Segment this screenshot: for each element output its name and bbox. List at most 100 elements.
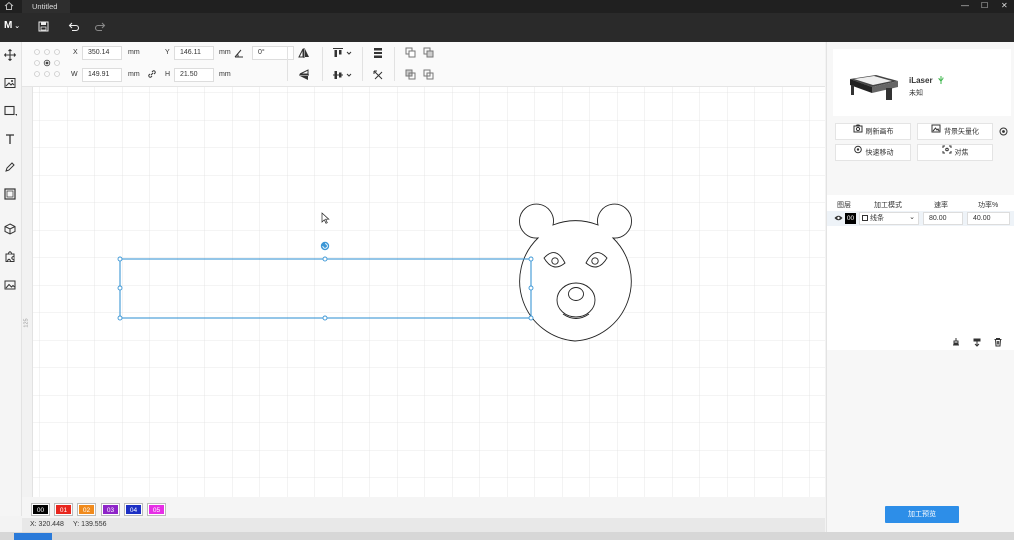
h-unit: mm <box>219 71 231 78</box>
move-target-icon <box>853 145 863 160</box>
focus-icon <box>942 145 952 160</box>
undo-icon[interactable] <box>68 21 80 34</box>
delete-icon[interactable] <box>993 337 1003 349</box>
distribute-icon[interactable] <box>372 47 384 61</box>
main-toolbar: M ⌄ <box>0 13 1014 42</box>
link-icon[interactable] <box>147 69 157 81</box>
picture-icon[interactable] <box>4 279 16 293</box>
eye-icon[interactable] <box>834 214 843 224</box>
settings-icon[interactable] <box>999 127 1008 138</box>
right-panel: iLaser 未知 刷新画布 背景矢量化 快速移动 对焦 图层 加工模式 速率 … <box>826 42 1014 532</box>
x-input[interactable]: 350.14 <box>82 46 122 60</box>
image-icon[interactable] <box>4 77 16 91</box>
layer-table: 图层 加工模式 速率 功率% 00 线条 ⌄ 80.00 40.00 <box>827 195 1014 350</box>
title-bar: Untitled — ☐ ✕ <box>0 0 1014 13</box>
speed-input[interactable]: 80.00 <box>923 212 963 225</box>
camera-refresh-icon <box>853 124 863 139</box>
y-label: Y <box>165 49 170 56</box>
device-status: 未知 <box>909 90 923 97</box>
anchor-grid-icon[interactable] <box>32 47 62 81</box>
angle-icon <box>234 48 244 60</box>
bottom-strip <box>0 532 1014 540</box>
header-speed: 速率 <box>934 202 948 209</box>
cube-icon[interactable] <box>4 223 16 237</box>
status-bar: X: 320.448 Y: 139.556 <box>22 518 825 532</box>
line-mode-icon <box>862 215 868 221</box>
mode-select[interactable]: 线条 ⌄ <box>859 212 919 225</box>
align-middle-icon[interactable] <box>332 69 354 83</box>
y-input[interactable]: 146.11 <box>174 46 214 60</box>
duplicate-icon[interactable] <box>423 47 434 60</box>
layer-chip-01[interactable]: 01 <box>54 503 73 516</box>
h-label: H <box>165 71 171 78</box>
flip-horizontal-icon[interactable] <box>298 47 310 61</box>
cursor-y-readout: Y: 139.556 <box>73 521 107 528</box>
vectorize-background-button[interactable]: 背景矢量化 <box>917 123 993 140</box>
w-unit: mm <box>128 71 140 78</box>
layer-up-icon[interactable] <box>951 337 961 349</box>
header-layer: 图层 <box>837 202 851 209</box>
redo-icon[interactable] <box>94 21 106 34</box>
progress-indicator <box>14 533 52 540</box>
layer-id-badge: 00 <box>845 213 856 224</box>
text-icon[interactable] <box>4 133 16 147</box>
copy-icon[interactable] <box>405 47 416 60</box>
layer-chip-04[interactable]: 04 <box>124 503 143 516</box>
vector-image-icon <box>931 124 941 139</box>
focus-button[interactable]: 对焦 <box>917 144 993 161</box>
x-unit: mm <box>128 49 140 56</box>
layer-down-icon[interactable] <box>972 337 982 349</box>
move-icon[interactable] <box>4 49 16 63</box>
cursor-x-readout: X: 320.448 <box>30 521 64 528</box>
home-icon[interactable] <box>4 1 14 13</box>
w-input[interactable]: 149.91 <box>82 68 122 82</box>
device-card[interactable]: iLaser 未知 <box>833 49 1011 116</box>
power-input[interactable]: 40.00 <box>967 212 1010 225</box>
minimize-button[interactable]: — <box>961 1 969 10</box>
divider <box>394 47 395 81</box>
transform-icon[interactable] <box>372 69 384 83</box>
header-power: 功率% <box>978 202 999 209</box>
divider <box>322 47 323 81</box>
vertical-ruler: 125 <box>22 87 33 497</box>
process-preview-button[interactable]: 加工预览 <box>885 506 959 523</box>
layer-chip-00[interactable]: 00 <box>31 503 50 516</box>
group-icon[interactable] <box>405 69 416 82</box>
rectangle-icon[interactable] <box>4 105 18 119</box>
save-icon[interactable] <box>38 21 49 34</box>
close-button[interactable]: ✕ <box>1001 1 1008 10</box>
y-unit: mm <box>219 49 231 56</box>
design-canvas[interactable] <box>33 87 825 497</box>
layer-chip-03[interactable]: 03 <box>101 503 120 516</box>
refresh-canvas-button[interactable]: 刷新画布 <box>835 123 911 140</box>
flip-vertical-icon[interactable] <box>298 69 310 83</box>
usb-icon <box>937 75 945 87</box>
x-label: X <box>73 49 78 56</box>
document-title: Untitled <box>32 2 58 11</box>
quick-move-button[interactable]: 快速移动 <box>835 144 911 161</box>
divider <box>362 47 363 81</box>
rotate-handle-icon[interactable] <box>320 241 330 251</box>
pen-icon[interactable] <box>4 161 16 175</box>
laser-machine-icon <box>846 65 902 105</box>
align-top-icon[interactable] <box>332 47 354 61</box>
layer-chip-02[interactable]: 02 <box>77 503 96 516</box>
tool-sidebar <box>0 42 22 516</box>
property-bar: X 350.14 mm Y 146.11 mm 0° W 149.91 mm H… <box>22 42 825 87</box>
layer-color-bar: 00 01 02 03 04 05 <box>22 497 825 518</box>
device-name: iLaser <box>909 76 933 85</box>
document-tab[interactable]: Untitled <box>22 0 70 13</box>
app-menu-button[interactable]: M ⌄ <box>4 20 20 31</box>
h-input[interactable]: 21.50 <box>174 68 214 82</box>
maximize-button[interactable]: ☐ <box>981 1 988 10</box>
chevron-down-icon: ⌄ <box>12 23 21 30</box>
puzzle-icon[interactable] <box>4 251 16 265</box>
frame-icon[interactable] <box>4 188 16 202</box>
layer-row[interactable]: 00 线条 ⌄ 80.00 40.00 <box>827 211 1014 226</box>
w-label: W <box>71 71 78 78</box>
layer-chip-05[interactable]: 05 <box>147 503 166 516</box>
bear-face-shape[interactable] <box>519 203 632 342</box>
header-mode: 加工模式 <box>874 202 902 209</box>
canvas-artwork[interactable] <box>33 87 825 497</box>
ungroup-icon[interactable] <box>423 69 434 82</box>
